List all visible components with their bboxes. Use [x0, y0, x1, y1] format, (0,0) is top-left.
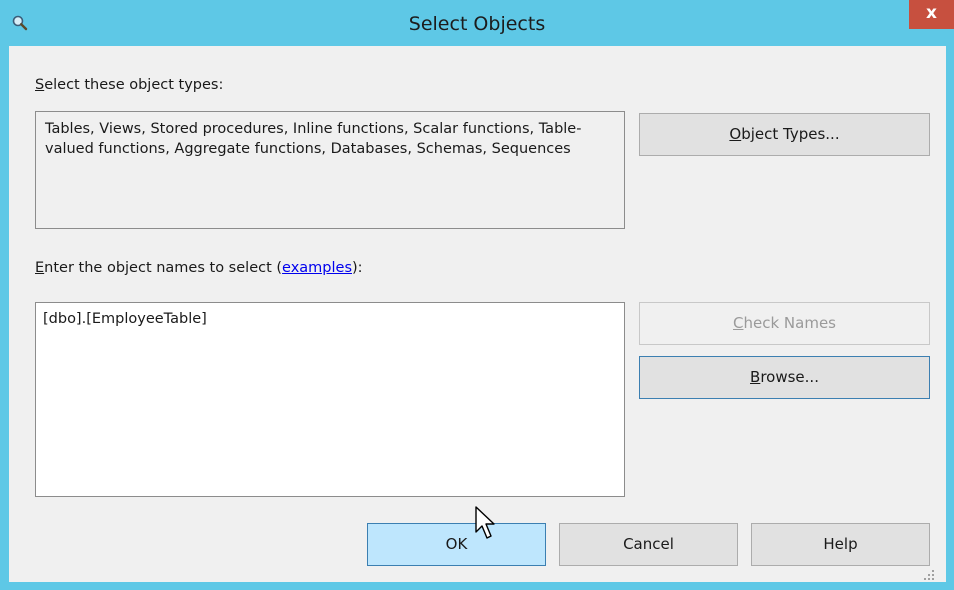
mouse-cursor-icon [474, 506, 500, 544]
object-names-label: Enter the object names to select (exampl… [35, 260, 363, 276]
title-bar[interactable]: Select Objects x [0, 0, 954, 46]
resize-grip-icon[interactable] [923, 566, 935, 580]
check-names-button[interactable]: Check Names [639, 302, 930, 345]
cancel-button[interactable]: Cancel [559, 523, 738, 566]
object-types-field: Tables, Views, Stored procedures, Inline… [35, 111, 625, 229]
browse-button[interactable]: Browse... [639, 356, 930, 399]
dialog-body: Select these object types: Tables, Views… [9, 46, 946, 582]
ok-button[interactable]: OK [367, 523, 546, 566]
object-types-button[interactable]: Object Types... [639, 113, 930, 156]
examples-link[interactable]: examples [282, 260, 352, 276]
select-objects-dialog: Select Objects x Select these object typ… [0, 0, 954, 590]
window-title: Select Objects [408, 13, 546, 35]
close-button[interactable]: x [909, 0, 954, 29]
help-button[interactable]: Help [751, 523, 930, 566]
object-types-label: Select these object types: [35, 77, 224, 93]
object-names-input[interactable]: [dbo].[EmployeeTable] [35, 302, 625, 497]
